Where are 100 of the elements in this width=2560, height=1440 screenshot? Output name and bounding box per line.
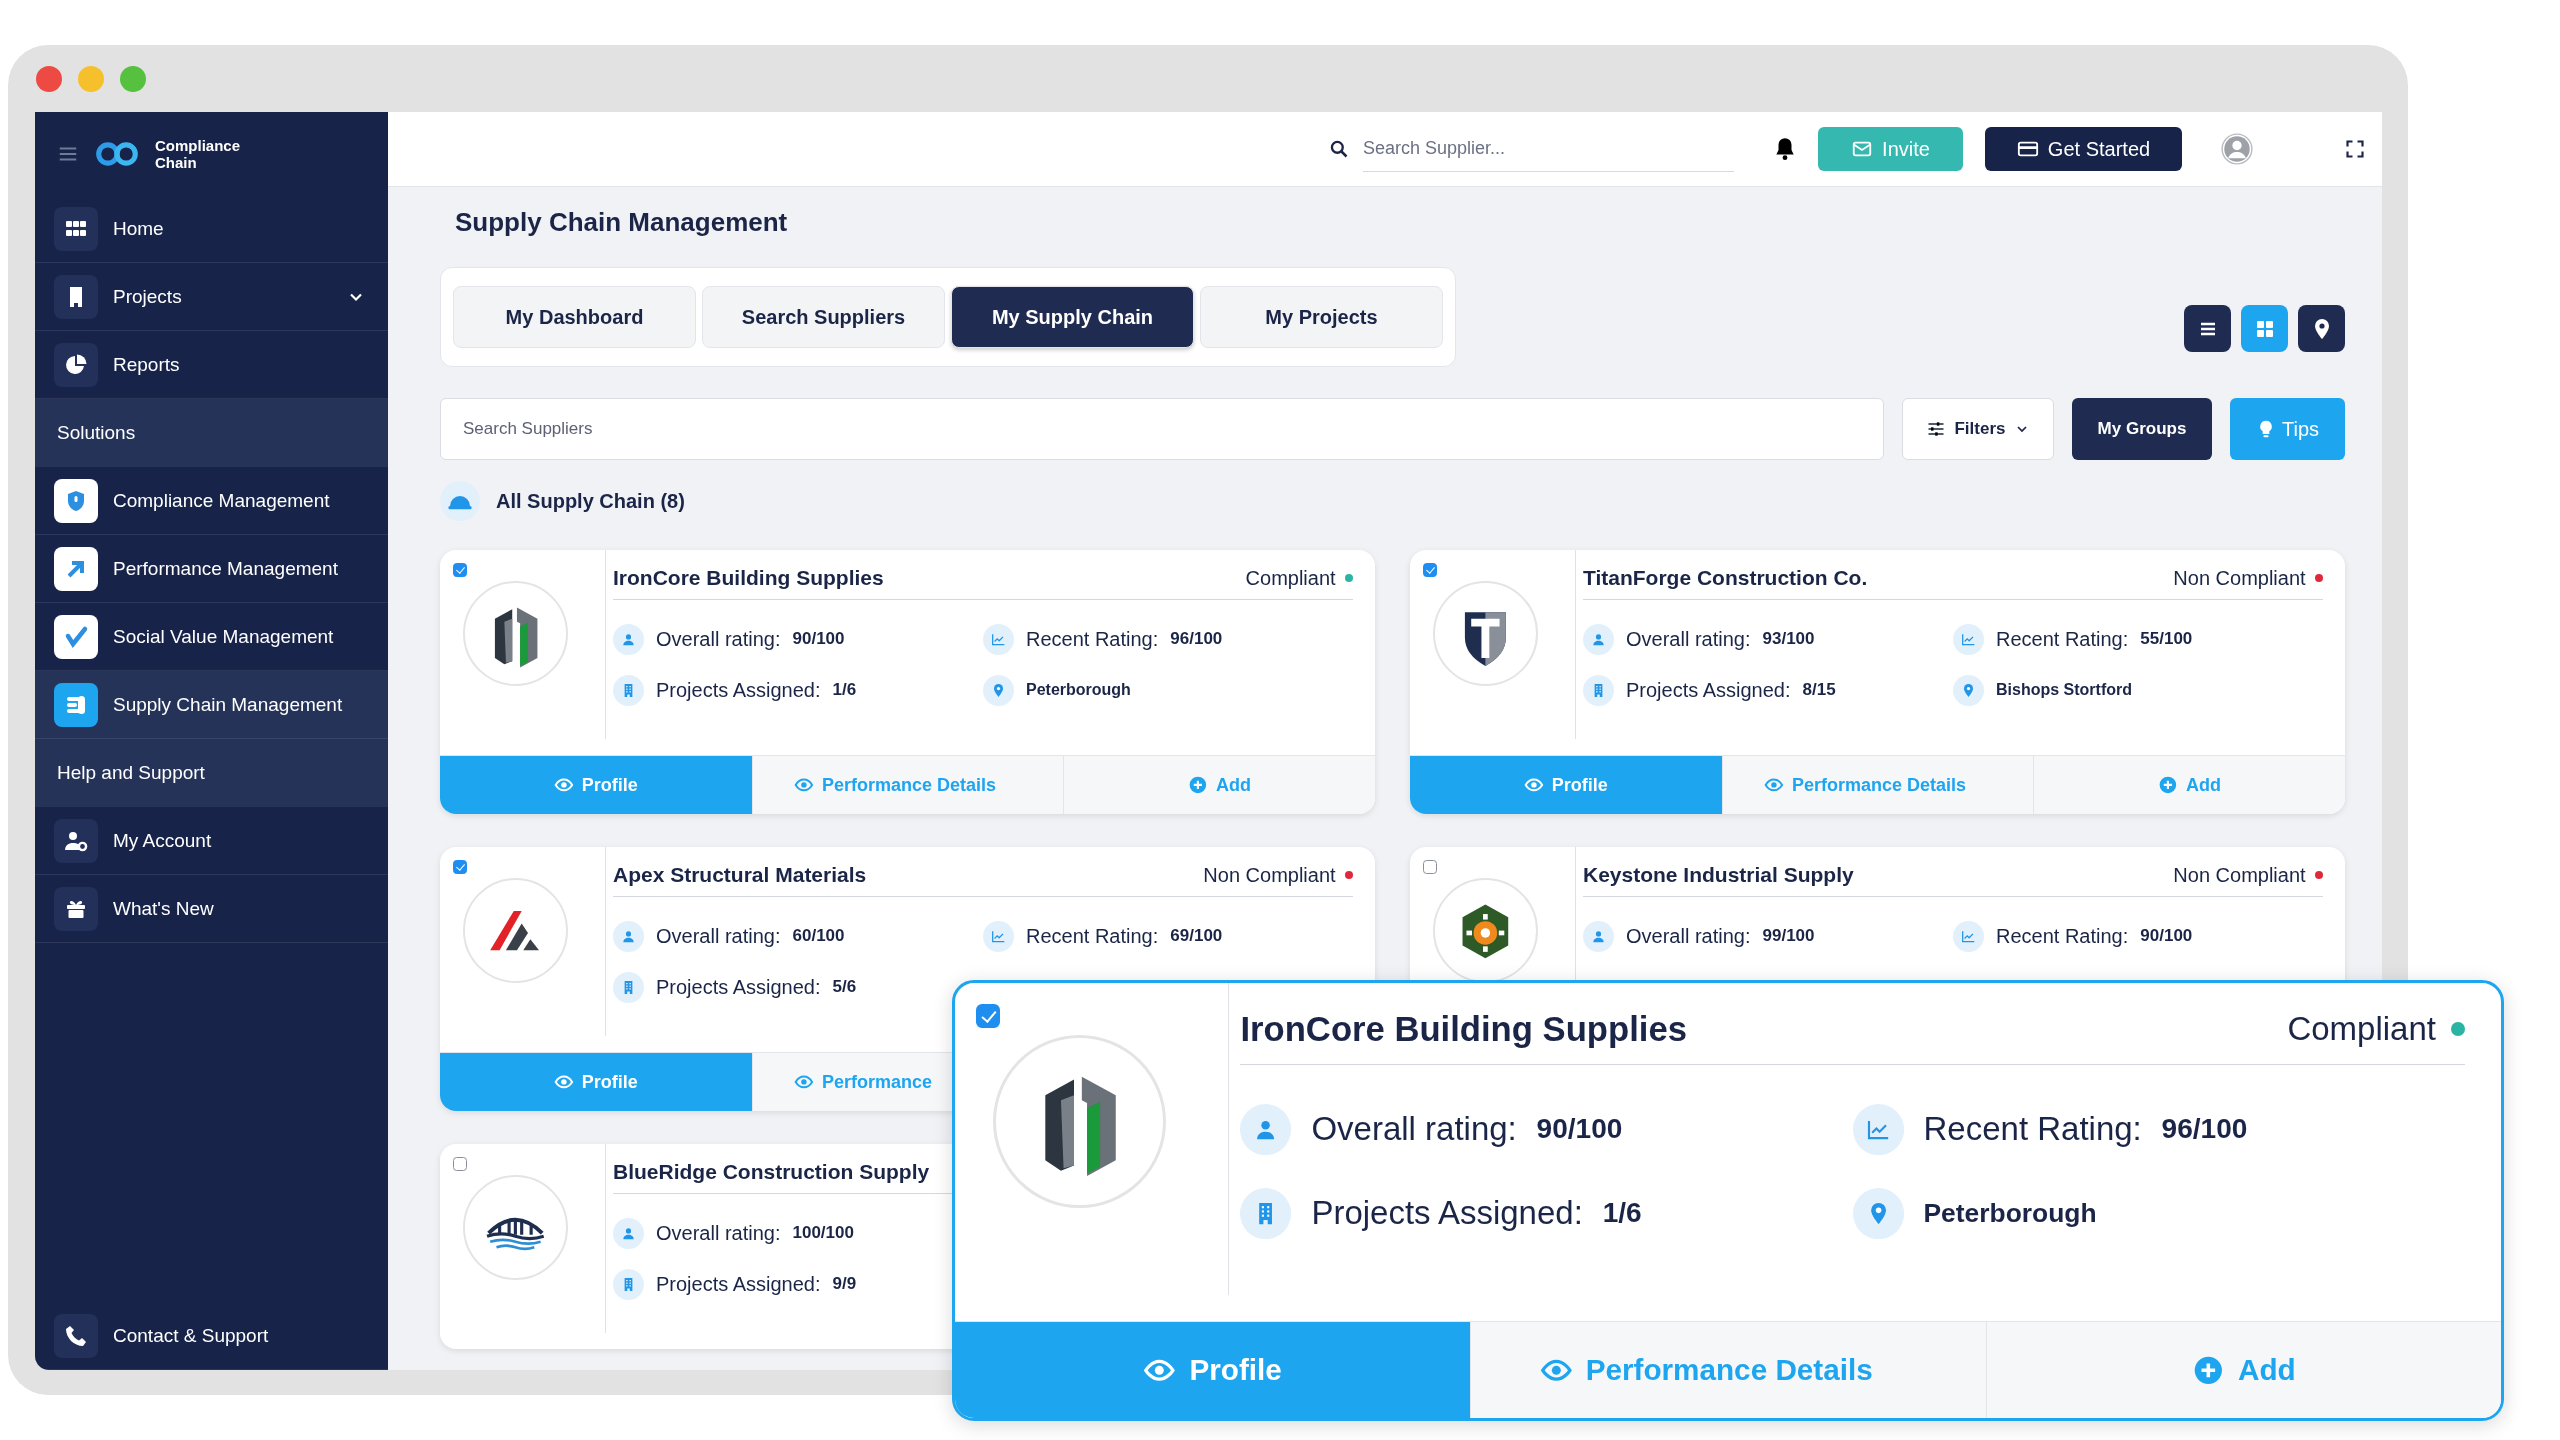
sidebar-item[interactable]: My Account (35, 807, 388, 875)
search-icon (1329, 139, 1349, 159)
location-pin-icon (1852, 1187, 1904, 1239)
field-value: 90/100 (792, 629, 845, 649)
field-value: 69/100 (1170, 926, 1223, 946)
person-icon (613, 1217, 644, 1249)
field-value: 90/100 (1536, 1113, 1623, 1146)
field-value: 90/100 (2140, 926, 2193, 946)
checkbox[interactable] (453, 1157, 468, 1172)
compliance-status: Non Compliant (2173, 566, 2306, 590)
sidebar-item[interactable]: Contact & Support (35, 1302, 388, 1370)
field-label: Projects Assigned: (1311, 1194, 1583, 1233)
field-value: 96/100 (1170, 629, 1223, 649)
field-value: 9/9 (832, 1274, 857, 1294)
checkbox[interactable] (1423, 860, 1438, 875)
field-value: 93/100 (1762, 629, 1815, 649)
avatar-icon[interactable] (2220, 132, 2254, 166)
person-icon (1240, 1103, 1292, 1155)
sidebar-section-heading: Help and Support (35, 739, 388, 807)
field-value: 100/100 (792, 1223, 854, 1243)
brand-name: Compliance Chain (155, 136, 242, 171)
tab[interactable]: My Dashboard (453, 286, 696, 348)
person-icon (1583, 920, 1614, 952)
field-label: Recent Rating: (1923, 1110, 2142, 1149)
chart-icon (1852, 1103, 1904, 1155)
field-label: Overall rating: (1626, 924, 1751, 948)
sidebar-item[interactable]: What's New (35, 875, 388, 943)
chart-icon (983, 920, 1014, 952)
supplier-name: BlueRidge Construction Supply (613, 1160, 930, 1184)
hard-hat-icon (440, 481, 480, 521)
field-value: Peterborough (1923, 1197, 2097, 1229)
field-label: Recent Rating: (1026, 924, 1159, 948)
sidebar-item[interactable]: Projects (35, 263, 388, 331)
sliders-icon (1926, 419, 1947, 439)
person-icon (613, 920, 644, 952)
field-value: 1/6 (1602, 1197, 1642, 1230)
shield-icon (54, 478, 98, 523)
field-value: 8/15 (1802, 680, 1836, 700)
location-pin-icon (1953, 674, 1984, 706)
field-label: Overall rating: (1311, 1110, 1517, 1149)
supplier-name: Keystone Industrial Supply (1583, 863, 1854, 887)
chart-icon (1953, 623, 1984, 655)
supplier-name: IronCore Building Supplies (1240, 1009, 1687, 1049)
compliance-status: Non Compliant (1203, 863, 1336, 887)
filters-button[interactable]: Filters (1902, 398, 2054, 460)
pie-chart-icon (54, 342, 98, 387)
field-label: Overall rating: (656, 627, 781, 651)
search-field[interactable]: Search Supplier... (1363, 126, 1734, 172)
compliance-status: Non Compliant (2173, 863, 2306, 887)
location-pin-icon (983, 674, 1014, 706)
field-value: Peterborough (1026, 681, 1131, 699)
chart-icon (983, 623, 1014, 655)
checkbox[interactable] (453, 563, 468, 578)
field-label: Projects Assigned: (1626, 678, 1791, 702)
sidebar-item[interactable]: Compliance Management (35, 467, 388, 535)
sidebar-item[interactable]: Home (35, 195, 388, 263)
field-label: Projects Assigned: (656, 1272, 821, 1296)
plus-icon (1188, 775, 1208, 795)
checkbox[interactable] (453, 860, 468, 875)
checkbox[interactable] (976, 1004, 1001, 1029)
logo-icon (93, 139, 141, 168)
field-value: 99/100 (1762, 926, 1815, 946)
sidebar-item[interactable]: Performance Management (35, 535, 388, 603)
checkbox[interactable] (1423, 563, 1438, 578)
compliance-status: Compliant (2287, 1010, 2436, 1049)
field-label: Recent Rating: (1996, 627, 2129, 651)
supplier-name: Apex Structural Materials (613, 863, 867, 887)
my-groups-button[interactable]: My Groups (2072, 398, 2212, 460)
field-label: Projects Assigned: (656, 678, 821, 702)
gift-icon (54, 886, 98, 931)
get-started-button[interactable]: Get Started (1985, 127, 2182, 171)
zoom-button[interactable] (120, 65, 146, 92)
field-value: 55/100 (2140, 629, 2193, 649)
grid-icon (54, 206, 98, 251)
sidebar-section-heading: Solutions (35, 399, 388, 467)
field-value: 60/100 (792, 926, 845, 946)
field-label: Projects Assigned: (656, 975, 821, 999)
tab[interactable]: My Supply Chain (951, 286, 1194, 348)
close-button[interactable] (36, 65, 62, 92)
field-label: Overall rating: (656, 924, 781, 948)
user-gear-icon (54, 818, 98, 863)
person-icon (613, 623, 644, 655)
field-value: 5/6 (832, 977, 857, 997)
page-title: Supply Chain Management (454, 206, 789, 239)
search-field[interactable]: Search Suppliers (440, 398, 1884, 460)
field-value: 1/6 (832, 680, 857, 700)
view-toggle-button[interactable] (2241, 305, 2288, 352)
field-label: Overall rating: (1626, 627, 1751, 651)
person-icon (1583, 623, 1614, 655)
field-label: Recent Rating: (1026, 627, 1159, 651)
fullscreen-icon[interactable] (2345, 139, 2365, 159)
view-toggle-button[interactable] (2298, 305, 2345, 352)
check-icon (54, 614, 98, 659)
field-label: Recent Rating: (1996, 924, 2129, 948)
tab[interactable]: Search Suppliers (702, 286, 945, 348)
tab[interactable]: My Projects (1200, 286, 1443, 348)
field-value: Bishops Stortford (1996, 681, 2132, 699)
phone-icon (54, 1313, 98, 1358)
sidebar-item[interactable]: Supply Chain Management (35, 671, 388, 739)
view-toggle-button[interactable] (2184, 305, 2231, 352)
